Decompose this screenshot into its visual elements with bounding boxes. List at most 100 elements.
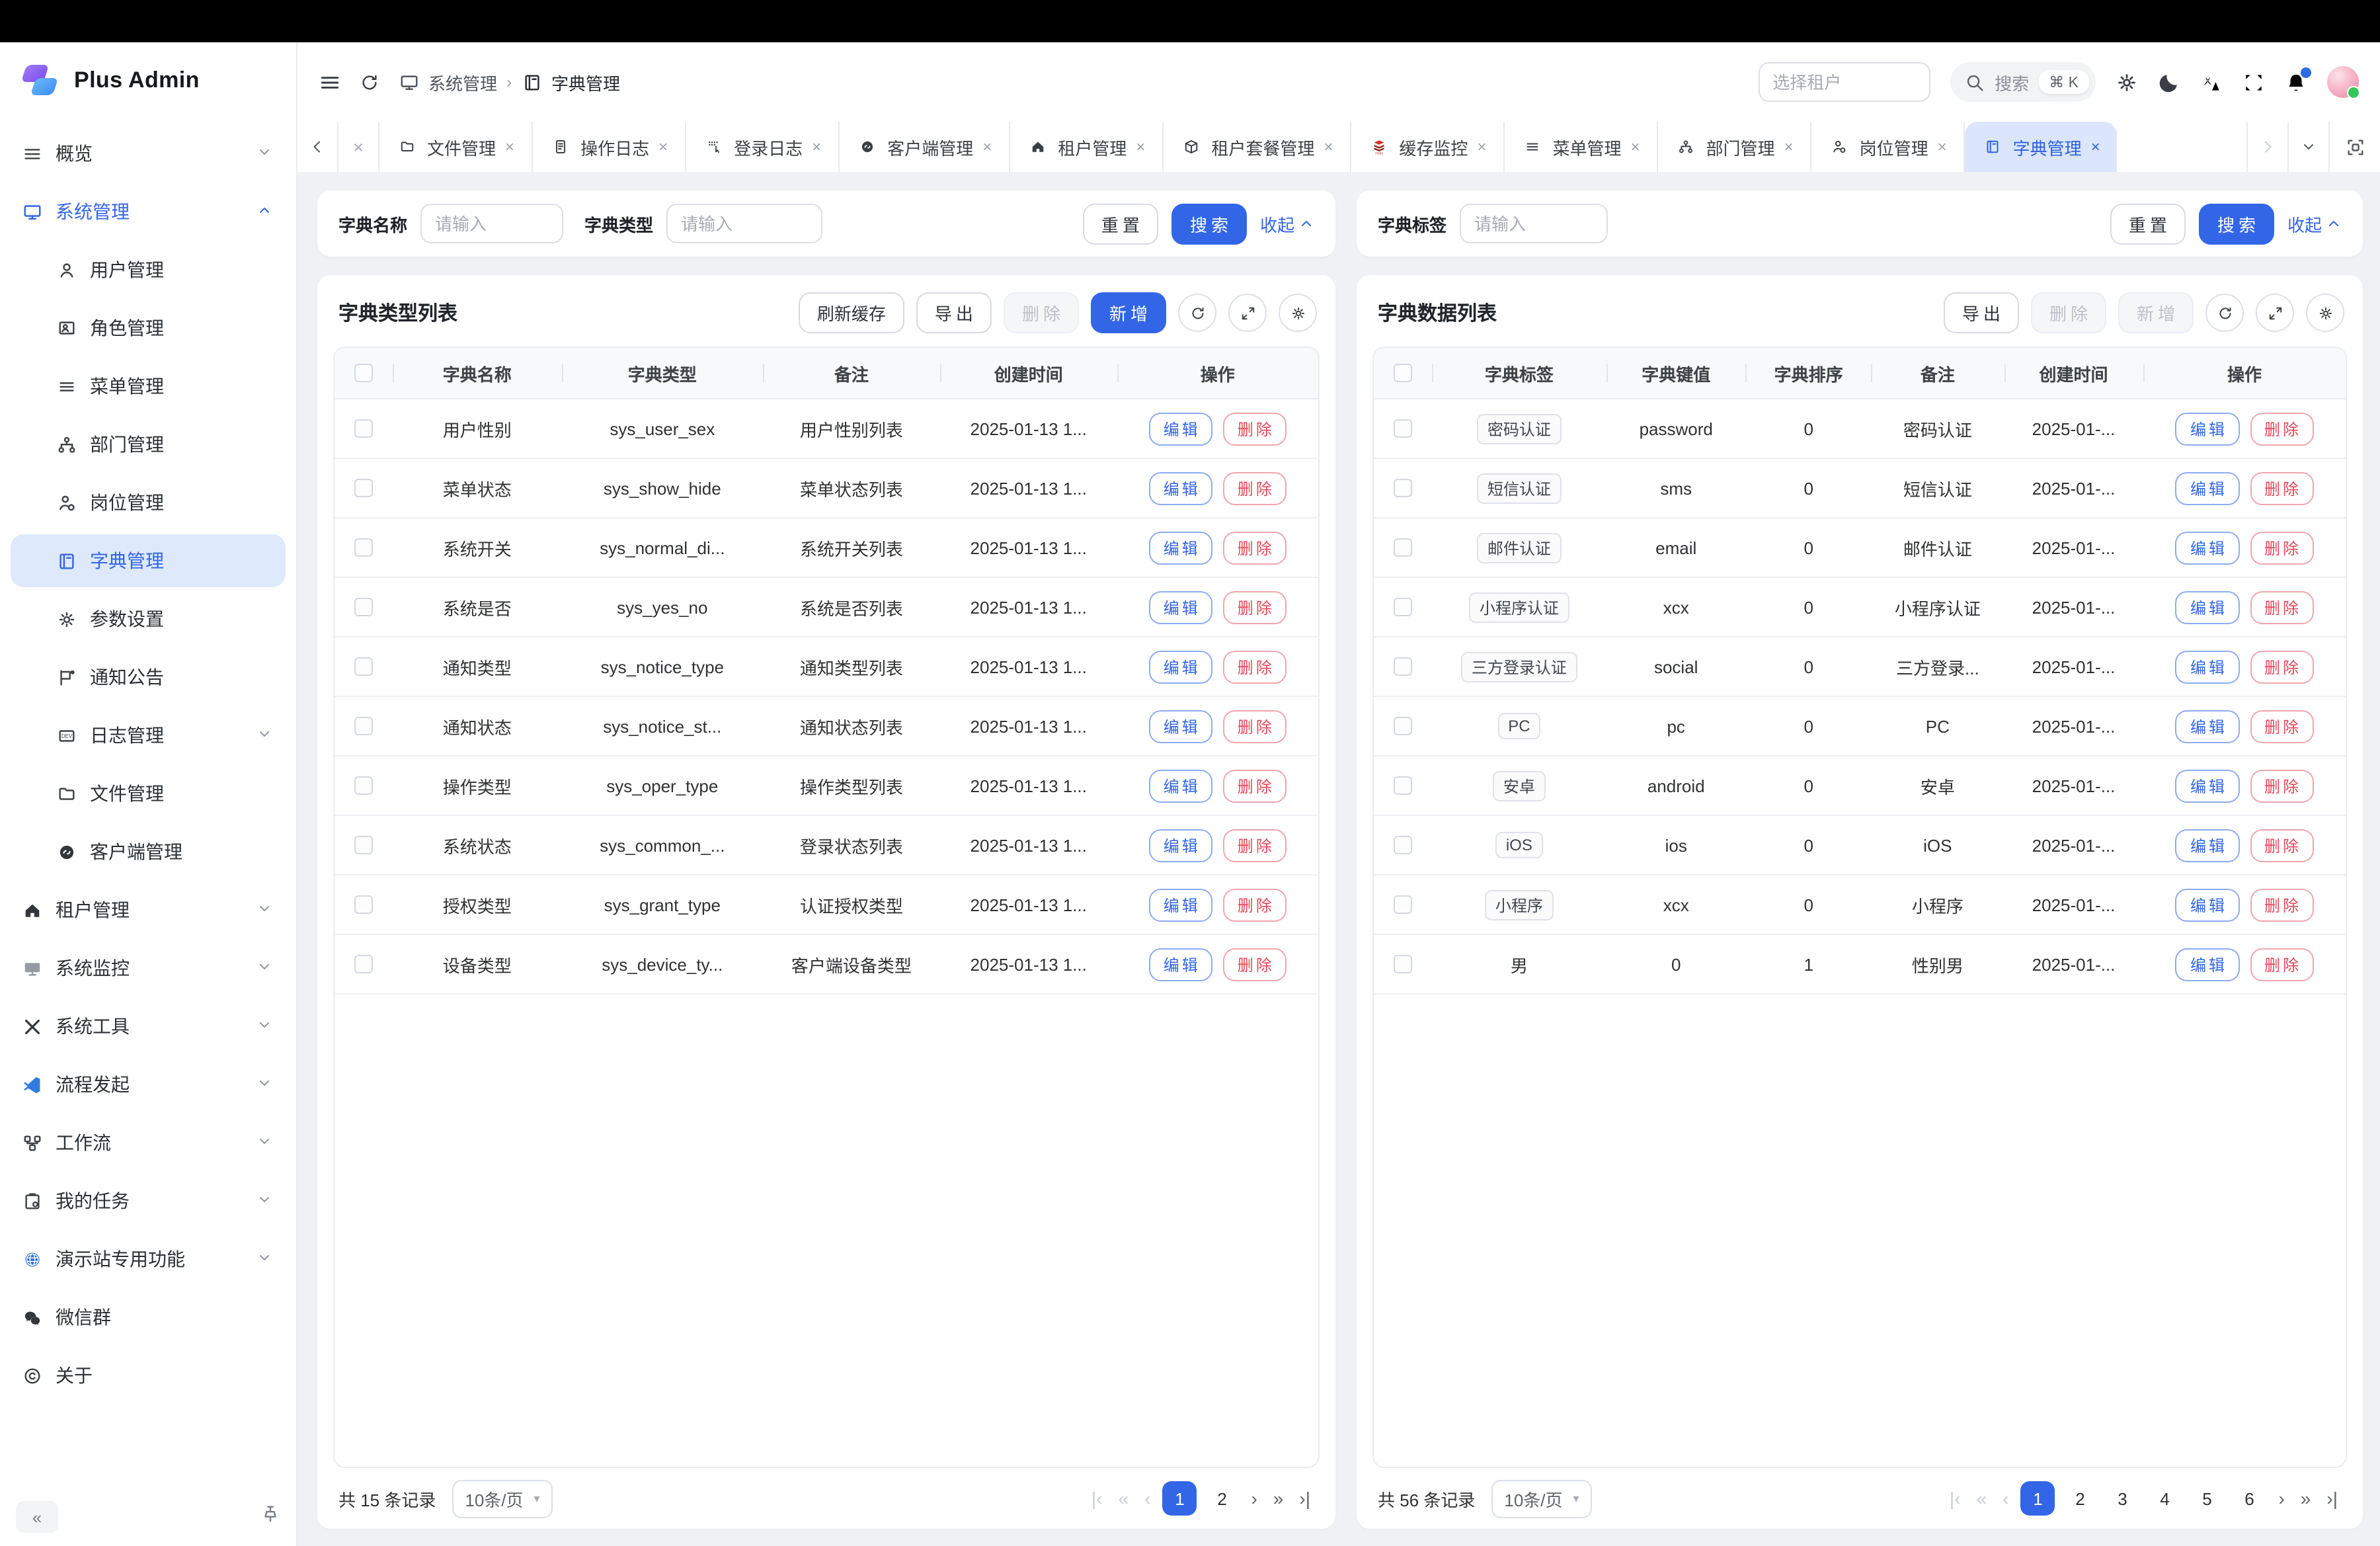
delete-button[interactable]: 删除 bbox=[2250, 710, 2313, 743]
tab-department-management[interactable]: 部门管理 × bbox=[1659, 122, 1811, 172]
row-checkbox[interactable] bbox=[1394, 895, 1412, 914]
delete-button[interactable]: 删除 bbox=[1223, 471, 1287, 505]
first-page-icon[interactable]: |‹ bbox=[1088, 1488, 1107, 1509]
tab-operation-log[interactable]: 操作日志 × bbox=[533, 122, 685, 172]
delete-button[interactable]: 删除 bbox=[2250, 531, 2313, 564]
tab-client-management[interactable]: 客户端管理 × bbox=[840, 122, 1009, 172]
edit-button[interactable]: 编辑 bbox=[2176, 471, 2239, 505]
search-button[interactable]: 搜索 bbox=[1171, 203, 1247, 244]
sidebar-item-notice[interactable]: 通知公告 bbox=[11, 651, 286, 704]
page-button[interactable]: 3 bbox=[2105, 1481, 2139, 1516]
delete-button[interactable]: 删除 bbox=[2250, 412, 2313, 445]
close-icon[interactable]: × bbox=[1136, 138, 1145, 156]
page-size-select[interactable]: 10条/页 ▾ bbox=[1491, 1479, 1592, 1518]
tab-tenant-management[interactable]: 租户管理 × bbox=[1010, 122, 1162, 172]
dark-mode-moon-icon[interactable] bbox=[2158, 71, 2180, 93]
tab-dict-management[interactable]: 字典管理 × bbox=[1965, 122, 2118, 172]
sidebar-item-department-management[interactable]: 部门管理 bbox=[11, 418, 286, 471]
sidebar-item-wechat-group[interactable]: 微信群 bbox=[11, 1291, 286, 1344]
edit-button[interactable]: 编辑 bbox=[1149, 710, 1212, 743]
row-checkbox[interactable] bbox=[354, 776, 373, 795]
edit-button[interactable]: 编辑 bbox=[2176, 948, 2239, 981]
next-group-icon[interactable]: » bbox=[1269, 1488, 1288, 1509]
row-checkbox[interactable] bbox=[1394, 538, 1412, 557]
edit-button[interactable]: 编辑 bbox=[2176, 888, 2239, 921]
sidebar-item-log-management[interactable]: DEV 日志管理 bbox=[11, 709, 286, 762]
tabs-menu-chevron-icon[interactable] bbox=[2289, 122, 2328, 172]
table-expand-icon[interactable] bbox=[2256, 294, 2294, 332]
page-button[interactable]: 2 bbox=[1205, 1481, 1239, 1516]
sidebar-item-about[interactable]: 关于 bbox=[11, 1349, 286, 1402]
tabs-scroll-left-icon[interactable] bbox=[298, 122, 337, 172]
delete-button[interactable]: 删除 bbox=[2250, 888, 2313, 921]
row-checkbox[interactable] bbox=[1394, 479, 1412, 497]
export-button[interactable]: 导出 bbox=[1944, 292, 2019, 333]
collapse-filters-link[interactable]: 收起 bbox=[1260, 211, 1314, 236]
row-checkbox[interactable] bbox=[354, 836, 373, 854]
edit-button[interactable]: 编辑 bbox=[1149, 590, 1212, 624]
row-checkbox[interactable] bbox=[1394, 717, 1412, 735]
row-checkbox[interactable] bbox=[1394, 419, 1412, 438]
row-checkbox[interactable] bbox=[354, 538, 373, 557]
row-checkbox[interactable] bbox=[354, 598, 373, 616]
edit-button[interactable]: 编辑 bbox=[1149, 829, 1212, 862]
row-checkbox[interactable] bbox=[354, 419, 373, 438]
prev-group-icon[interactable]: « bbox=[1973, 1488, 1991, 1509]
sidebar-item-role-management[interactable]: 角色管理 bbox=[11, 302, 286, 354]
close-icon[interactable]: × bbox=[1324, 138, 1333, 156]
edit-button[interactable]: 编辑 bbox=[2176, 590, 2239, 624]
tab-file-management[interactable]: 文件管理 × bbox=[379, 122, 532, 172]
avatar[interactable] bbox=[2327, 66, 2359, 98]
select-all-checkbox[interactable] bbox=[1394, 364, 1412, 382]
page-button[interactable]: 2 bbox=[2063, 1481, 2097, 1516]
delete-button[interactable]: 删除 bbox=[1223, 710, 1287, 743]
collapse-filters-link[interactable]: 收起 bbox=[2287, 211, 2342, 236]
delete-button[interactable]: 删除 bbox=[2250, 948, 2313, 981]
tabs-scroll-right-icon[interactable] bbox=[2248, 122, 2287, 172]
search-button[interactable]: 搜索 bbox=[2199, 203, 2274, 244]
row-checkbox[interactable] bbox=[1394, 657, 1412, 676]
delete-button[interactable]: 删除 bbox=[1223, 531, 1287, 564]
pin-icon[interactable] bbox=[260, 1504, 280, 1530]
sidebar-item-system-management[interactable]: 系统管理 bbox=[11, 185, 286, 238]
dict-name-input[interactable] bbox=[420, 204, 563, 243]
logo[interactable]: Plus Admin bbox=[0, 42, 296, 119]
settings-gear-icon[interactable] bbox=[2116, 71, 2138, 93]
row-checkbox[interactable] bbox=[1394, 955, 1412, 973]
next-page-icon[interactable]: › bbox=[1247, 1488, 1261, 1509]
dict-type-input[interactable] bbox=[666, 204, 822, 243]
hamburger-icon[interactable] bbox=[319, 71, 341, 93]
last-page-icon[interactable]: ›| bbox=[2322, 1488, 2342, 1509]
page-button[interactable]: 6 bbox=[2232, 1481, 2266, 1516]
sidebar-item-menu-management[interactable]: 菜单管理 bbox=[11, 360, 286, 413]
reset-button[interactable]: 重置 bbox=[1083, 203, 1158, 244]
delete-button[interactable]: 删除 bbox=[1223, 412, 1287, 445]
sidebar-item-my-tasks[interactable]: 我的任务 bbox=[11, 1174, 286, 1227]
delete-button[interactable]: 删除 bbox=[2250, 769, 2313, 802]
page-button[interactable]: 4 bbox=[2147, 1481, 2182, 1516]
edit-button[interactable]: 编辑 bbox=[1149, 531, 1212, 564]
content-fullscreen-icon[interactable] bbox=[2330, 122, 2380, 172]
table-expand-icon[interactable] bbox=[1228, 294, 1267, 332]
sidebar-item-system-tools[interactable]: 系统工具 bbox=[11, 1000, 286, 1053]
sidebar-collapse-button[interactable]: « bbox=[16, 1501, 58, 1533]
global-search[interactable]: 搜索 ⌘ K bbox=[1950, 62, 2096, 102]
close-icon[interactable]: × bbox=[982, 138, 992, 156]
select-all-checkbox[interactable] bbox=[354, 364, 373, 382]
edit-button[interactable]: 编辑 bbox=[1149, 650, 1212, 683]
delete-button[interactable]: 删除 bbox=[1223, 650, 1287, 683]
sidebar-item-tenant-management[interactable]: 租户管理 bbox=[11, 883, 286, 936]
tab-tenant-package[interactable]: 租户套餐管理 × bbox=[1164, 122, 1350, 172]
reset-button[interactable]: 重置 bbox=[2110, 203, 2186, 244]
sidebar-item-client-management[interactable]: 客户端管理 bbox=[11, 825, 286, 878]
delete-button[interactable]: 删除 bbox=[1223, 888, 1287, 921]
sidebar-item-file-management[interactable]: 文件管理 bbox=[11, 767, 286, 820]
sidebar-item-overview[interactable]: 概览 bbox=[11, 127, 286, 180]
page-button[interactable]: 1 bbox=[1162, 1481, 1197, 1516]
delete-button[interactable]: 删除 bbox=[1223, 948, 1287, 981]
page-button[interactable]: 1 bbox=[2020, 1481, 2055, 1516]
prev-page-icon[interactable]: ‹ bbox=[1140, 1488, 1154, 1509]
add-button[interactable]: 新增 bbox=[2118, 292, 2194, 333]
refresh-cache-button[interactable]: 刷新缓存 bbox=[799, 292, 904, 333]
delete-button[interactable]: 删除 bbox=[1004, 292, 1079, 333]
